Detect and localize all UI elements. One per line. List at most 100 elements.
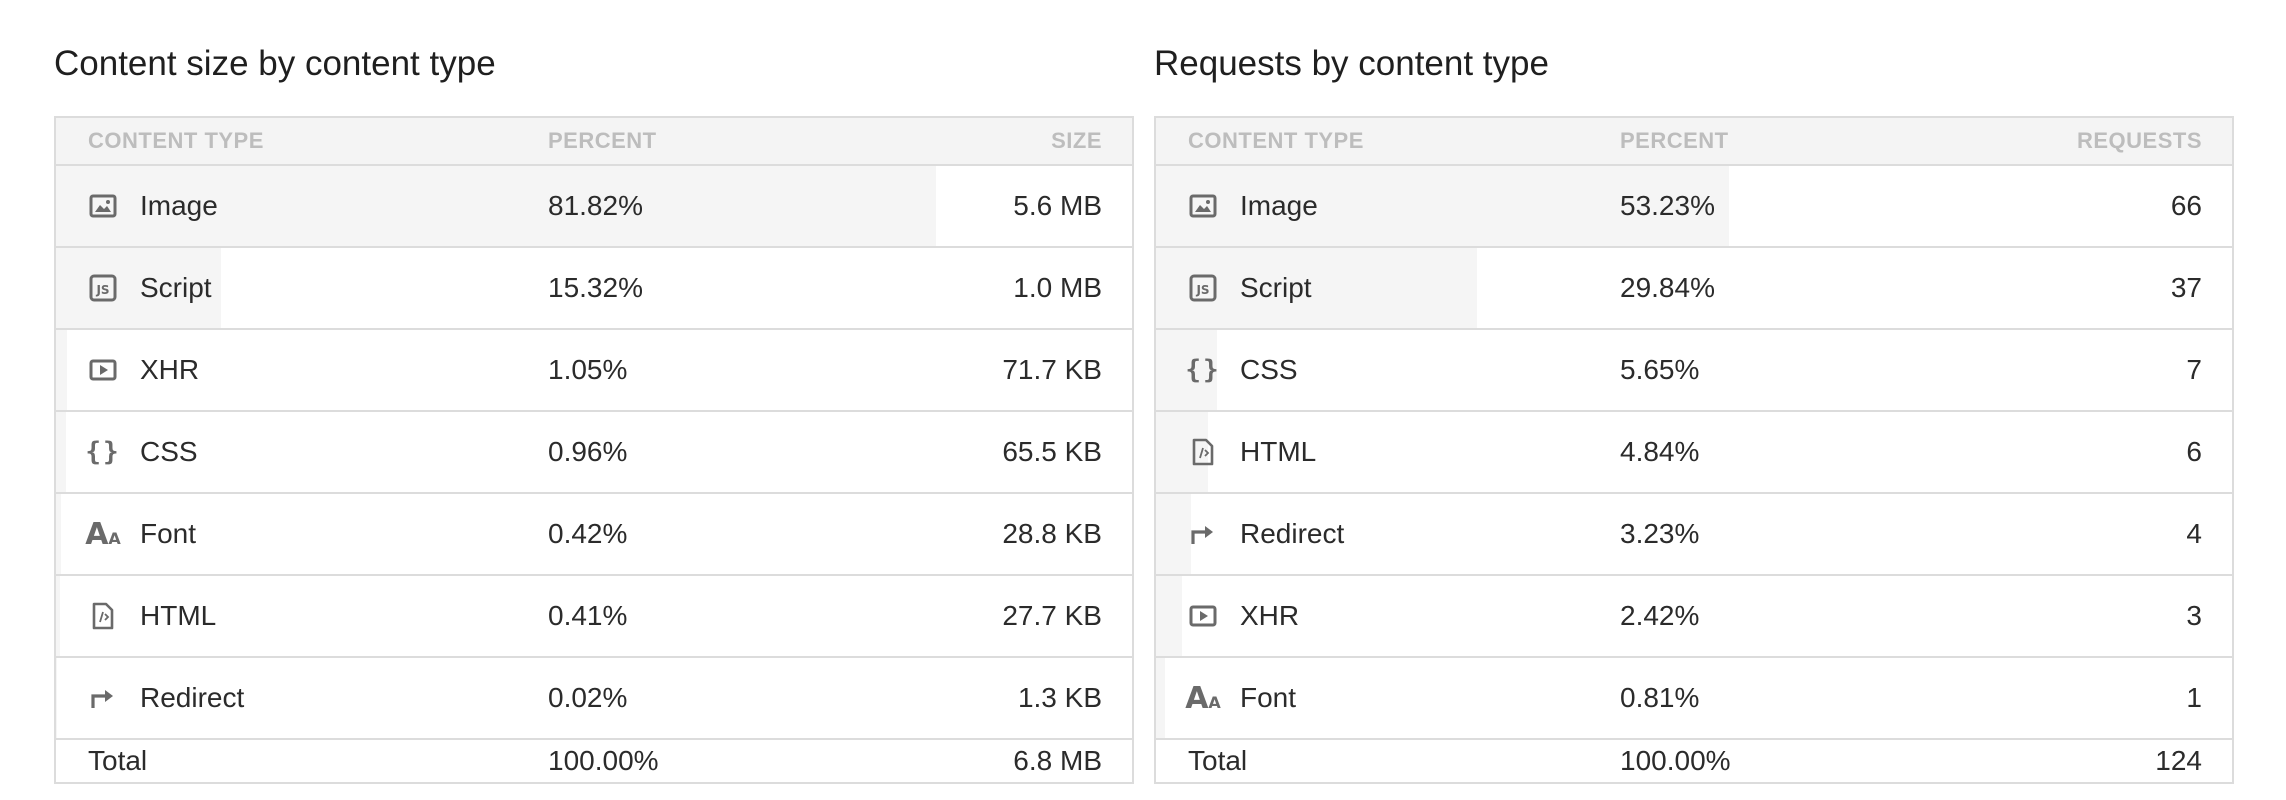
content-type-cell: Redirect bbox=[1188, 494, 1344, 574]
content-type-cell: XHR bbox=[1188, 576, 1299, 656]
table-total-row: Total 100.00% 6.8 MB bbox=[56, 740, 1132, 782]
percent-cell: 2.42% bbox=[1620, 600, 1700, 631]
script-icon: JS bbox=[88, 273, 118, 303]
content-type-label: HTML bbox=[140, 600, 217, 631]
font-icon: AA bbox=[1185, 680, 1221, 716]
content-type-cell: {} CSS bbox=[1185, 330, 1298, 410]
percent-cell: 0.41% bbox=[548, 600, 628, 631]
percent-cell: 5.65% bbox=[1620, 354, 1700, 385]
size-cell: 28.8 KB bbox=[1002, 518, 1102, 549]
header-size[interactable]: SIZE bbox=[1051, 118, 1102, 164]
table-row: Image 53.23% 66 bbox=[1156, 166, 2232, 248]
content-type-label: XHR bbox=[140, 354, 200, 385]
content-type-label: Script bbox=[1240, 272, 1312, 303]
content-type-cell: HTML bbox=[1188, 412, 1316, 492]
xhr-icon bbox=[1188, 601, 1218, 631]
percent-cell: 4.84% bbox=[1620, 436, 1700, 467]
percent-cell: 1.05% bbox=[548, 354, 628, 385]
content-type-label: Script bbox=[140, 272, 212, 303]
table-total-row: Total 100.00% 124 bbox=[1156, 740, 2232, 782]
percent-cell: 0.42% bbox=[548, 518, 628, 549]
table-row: HTML 0.41% 27.7 KB bbox=[56, 576, 1132, 658]
share-bar bbox=[1156, 658, 1165, 738]
size-cell: 5.6 MB bbox=[1013, 190, 1102, 221]
image-icon bbox=[88, 191, 118, 221]
percent-cell: 3.23% bbox=[1620, 518, 1700, 549]
requests-cell: 1 bbox=[2186, 682, 2202, 713]
total-label: Total bbox=[1188, 745, 1248, 776]
total-percent: 100.00% bbox=[548, 745, 659, 776]
header-content-type[interactable]: CONTENT TYPE bbox=[88, 118, 264, 164]
header-percent[interactable]: PERCENT bbox=[548, 118, 657, 164]
content-type-label: CSS bbox=[140, 436, 198, 467]
content-type-label: XHR bbox=[1240, 600, 1300, 631]
table-row: JS Script 15.32% 1.0 MB bbox=[56, 248, 1132, 330]
total-label: Total bbox=[88, 745, 148, 776]
content-type-label: Redirect bbox=[1240, 518, 1345, 549]
header-requests[interactable]: REQUESTS bbox=[2077, 118, 2202, 164]
redirect-icon bbox=[88, 683, 118, 713]
table-row: JS Script 29.84% 37 bbox=[1156, 248, 2232, 330]
table-row: AA Font 0.42% 28.8 KB bbox=[56, 494, 1132, 576]
content-type-label: CSS bbox=[1240, 354, 1298, 385]
percent-cell: 0.81% bbox=[1620, 682, 1700, 713]
header-percent[interactable]: PERCENT bbox=[1620, 118, 1729, 164]
content-size-table: CONTENT TYPE PERCENT SIZE Image 81.82% 5.6… bbox=[54, 116, 1134, 784]
content-type-cell: Redirect bbox=[88, 658, 244, 738]
table-header: CONTENT TYPE PERCENT REQUESTS bbox=[1156, 118, 2232, 166]
panel-title: Content size by content type bbox=[54, 44, 496, 83]
content-type-label: Image bbox=[1240, 190, 1318, 221]
table-row: AA Font 0.81% 1 bbox=[1156, 658, 2232, 740]
share-bar bbox=[1156, 576, 1183, 656]
size-cell: 1.3 KB bbox=[1017, 682, 1102, 713]
percent-cell: 29.84% bbox=[1620, 272, 1715, 303]
panel-title: Requests by content type bbox=[1154, 44, 1549, 83]
content-type-cell: AA Font bbox=[85, 494, 197, 574]
share-bar bbox=[56, 330, 68, 410]
content-type-label: Image bbox=[140, 190, 218, 221]
script-icon: JS bbox=[1188, 273, 1218, 303]
content-type-label: Font bbox=[1240, 682, 1297, 713]
requests-cell: 66 bbox=[2170, 190, 2202, 221]
requests-table: CONTENT TYPE PERCENT REQUESTS Image 53.23… bbox=[1154, 116, 2234, 784]
total-percent: 100.00% bbox=[1620, 745, 1731, 776]
table-header: CONTENT TYPE PERCENT SIZE bbox=[56, 118, 1132, 166]
share-bar bbox=[1156, 494, 1191, 574]
percent-cell: 81.82% bbox=[548, 190, 643, 221]
table-row: Redirect 3.23% 4 bbox=[1156, 494, 2232, 576]
percent-cell: 15.32% bbox=[548, 272, 643, 303]
table-row: Image 81.82% 5.6 MB bbox=[56, 166, 1132, 248]
content-type-cell: AA Font bbox=[1185, 658, 1297, 738]
percent-cell: 53.23% bbox=[1620, 190, 1715, 221]
size-cell: 71.7 KB bbox=[1002, 354, 1102, 385]
requests-cell: 3 bbox=[2186, 600, 2202, 631]
requests-cell: 37 bbox=[2170, 272, 2202, 303]
total-requests: 124 bbox=[2155, 745, 2202, 776]
table-row: XHR 2.42% 3 bbox=[1156, 576, 2232, 658]
table-row: HTML 4.84% 6 bbox=[1156, 412, 2232, 494]
requests-cell: 7 bbox=[2186, 354, 2202, 385]
table-row: {} CSS 5.65% 7 bbox=[1156, 330, 2232, 412]
share-bar bbox=[56, 412, 67, 492]
css-icon: {} bbox=[1185, 355, 1221, 385]
content-type-cell: JS Script bbox=[88, 248, 212, 328]
share-bar bbox=[56, 494, 61, 574]
html-icon bbox=[1188, 437, 1218, 467]
font-icon: AA bbox=[85, 516, 121, 552]
content-type-label: Font bbox=[140, 518, 197, 549]
css-icon: {} bbox=[85, 437, 121, 467]
html-icon bbox=[88, 601, 118, 631]
content-type-cell: {} CSS bbox=[85, 412, 198, 492]
svg-text:JS: JS bbox=[1195, 283, 1209, 297]
header-content-type[interactable]: CONTENT TYPE bbox=[1188, 118, 1364, 164]
table-row: XHR 1.05% 71.7 KB bbox=[56, 330, 1132, 412]
image-icon bbox=[1188, 191, 1218, 221]
percent-cell: 0.96% bbox=[548, 436, 628, 467]
requests-cell: 6 bbox=[2186, 436, 2202, 467]
percent-cell: 0.02% bbox=[548, 682, 628, 713]
table-row: Redirect 0.02% 1.3 KB bbox=[56, 658, 1132, 740]
share-bar bbox=[56, 576, 61, 656]
content-type-cell: HTML bbox=[88, 576, 216, 656]
table-body: Image 53.23% 66 JS Script 29.84% 37 {} CSS 5.65% 7… bbox=[1156, 166, 2232, 740]
requests-cell: 4 bbox=[2186, 518, 2202, 549]
